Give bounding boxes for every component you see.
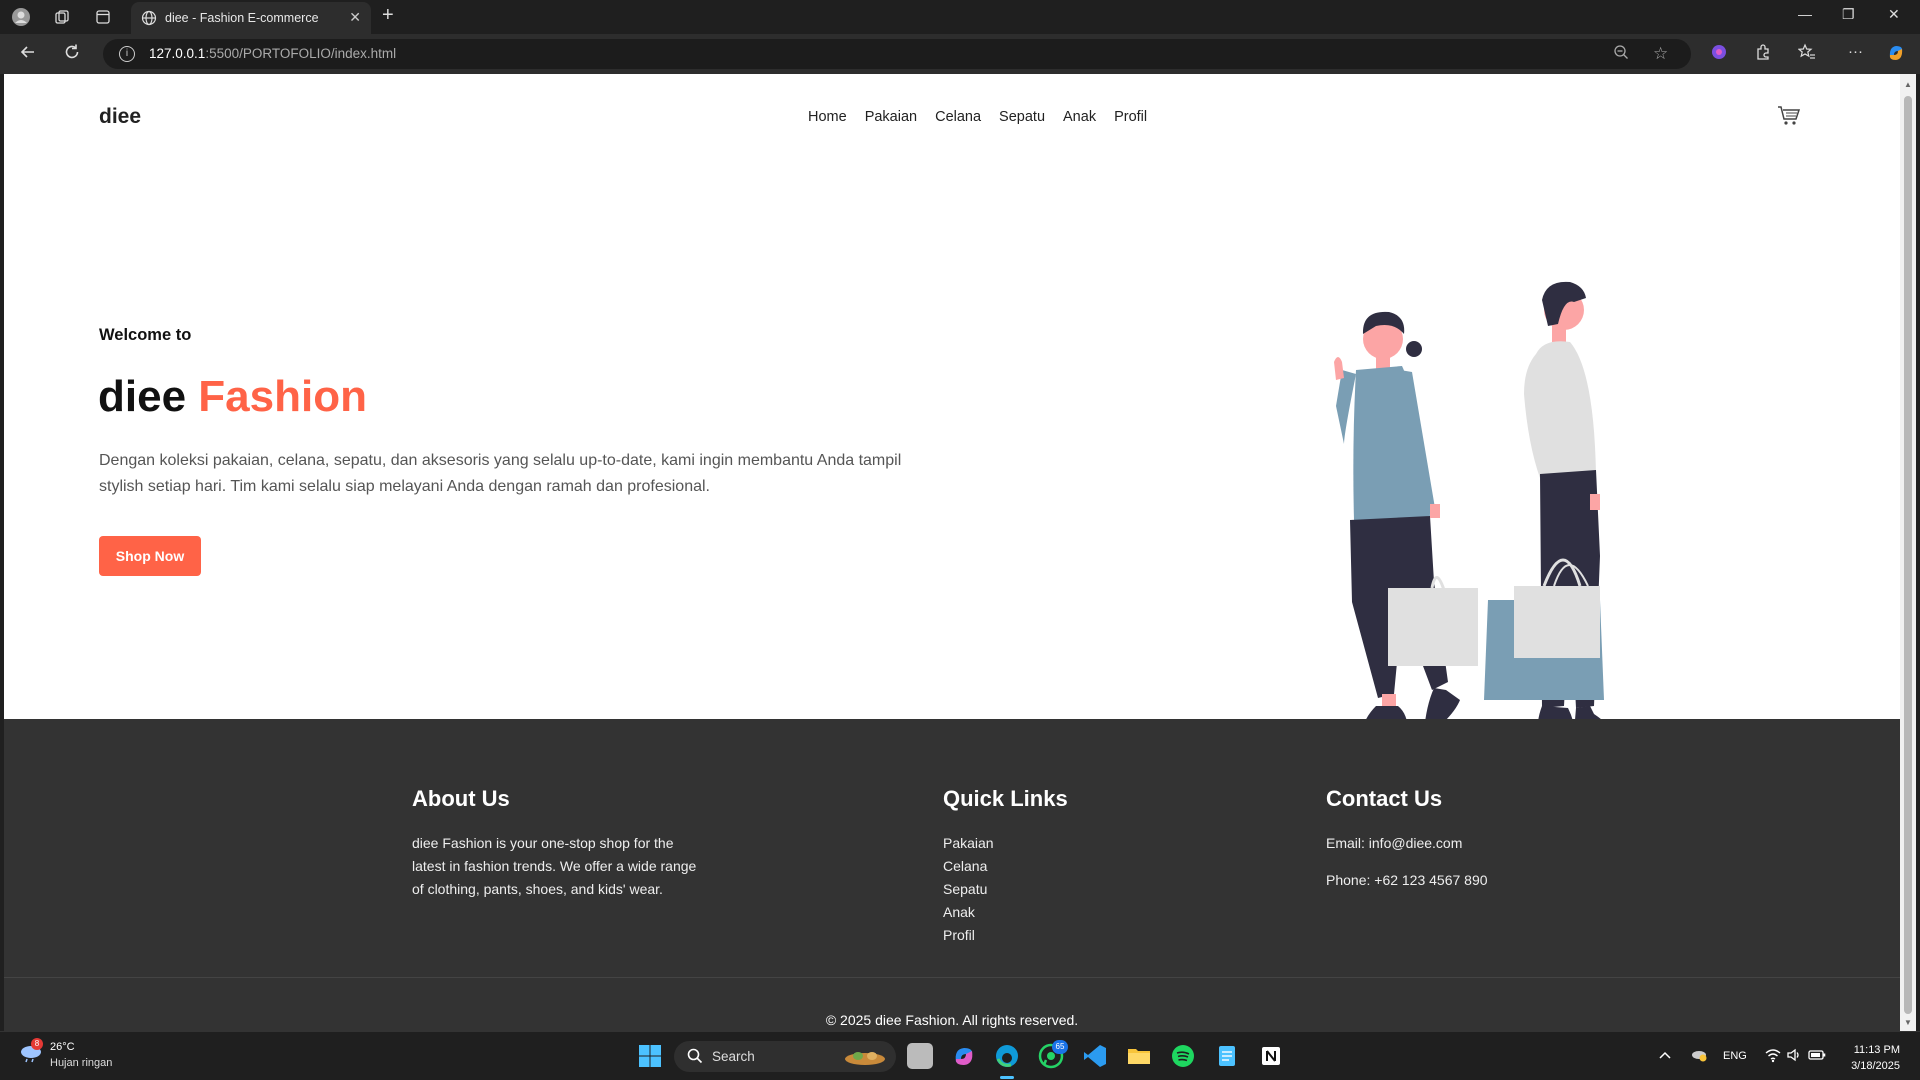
shopping-people-illustration <box>1144 194 1824 759</box>
scroll-up-icon[interactable]: ▲ <box>1904 80 1912 89</box>
zoom-icon[interactable] <box>1613 44 1629 64</box>
footer-link-pakaian[interactable]: Pakaian <box>943 832 1143 855</box>
scroll-down-icon[interactable]: ▼ <box>1904 1018 1912 1027</box>
hero-description: Dengan koleksi pakaian, celana, sepatu, … <box>99 452 902 495</box>
minimize-icon[interactable]: — <box>1798 6 1812 22</box>
footer-contact: Contact Us Email: info@diee.com Phone: +… <box>1326 786 1626 892</box>
search-icon <box>686 1047 704 1070</box>
footer-phone: Phone: +62 123 4567 890 <box>1326 872 1488 888</box>
footer-about: About Us diee Fashion is your one-stop s… <box>412 786 702 901</box>
footer-quick-links: Quick Links Pakaian Celana Sepatu Anak P… <box>943 786 1143 947</box>
copilot-extension-icon[interactable] <box>1710 43 1728 65</box>
windows-start-icon[interactable] <box>638 1044 662 1073</box>
main-nav: Home Pakaian Celana Sepatu Anak Profil <box>808 109 1147 125</box>
nav-link-home[interactable]: Home <box>808 109 847 125</box>
vscode-icon[interactable] <box>1082 1043 1108 1069</box>
profile-icon[interactable] <box>8 4 34 30</box>
url-text[interactable]: 127.0.0.1:5500/PORTOFOLIO/index.html <box>149 46 396 61</box>
reload-icon[interactable] <box>62 42 82 67</box>
notion-icon[interactable] <box>1258 1043 1284 1069</box>
nav-link-pakaian[interactable]: Pakaian <box>865 109 917 125</box>
nav-link-sepatu[interactable]: Sepatu <box>999 109 1045 125</box>
show-hidden-icons-chevron[interactable] <box>1658 1048 1672 1065</box>
scrollbar-thumb[interactable] <box>1904 96 1912 1014</box>
windows-taskbar: 8 26°C Hujan ringan Search 65 ENG 11:13 … <box>0 1031 1920 1080</box>
search-placeholder: Search <box>712 1049 755 1064</box>
footer-link-celana[interactable]: Celana <box>943 855 1143 878</box>
tab-active[interactable]: diee - Fashion E-commerce ✕ <box>131 2 371 34</box>
more-menu-icon[interactable]: ··· <box>1848 43 1863 60</box>
restore-icon[interactable]: ❐ <box>1842 6 1855 23</box>
taskbar-search[interactable]: Search <box>674 1041 896 1072</box>
notepad-icon[interactable] <box>1214 1043 1240 1069</box>
close-tab-icon[interactable]: ✕ <box>349 9 361 26</box>
back-icon[interactable] <box>18 42 38 67</box>
footer-divider <box>4 977 1900 978</box>
cart-icon[interactable] <box>1777 104 1801 133</box>
edge-icon[interactable] <box>994 1043 1020 1069</box>
page-scrollbar[interactable]: ▲ ▼ <box>1900 74 1916 1031</box>
footer-about-text: diee Fashion is your one-stop shop for t… <box>412 835 697 897</box>
footer-links-title: Quick Links <box>943 786 1068 811</box>
site-footer: About Us diee Fashion is your one-stop s… <box>4 719 1900 1031</box>
wifi-icon[interactable] <box>1764 1047 1782 1066</box>
tab-actions-icon[interactable] <box>90 4 116 30</box>
omnibox[interactable]: i 127.0.0.1:5500/PORTOFOLIO/index.html ☆ <box>103 39 1691 69</box>
browser-tab-bar: diee - Fashion E-commerce ✕ + — ❐ ✕ <box>0 0 1920 34</box>
weather-temp: 26°C <box>50 1041 75 1053</box>
nav-link-profil[interactable]: Profil <box>1114 109 1147 125</box>
site-info-icon[interactable]: i <box>119 46 135 62</box>
favorite-star-icon[interactable]: ☆ <box>1653 44 1668 64</box>
clock-time: 11:13 PM <box>1853 1044 1900 1056</box>
footer-copyright: © 2025 diee Fashion. All rights reserved… <box>825 1012 1079 1028</box>
hero-welcome: Welcome to <box>99 326 192 344</box>
footer-link-sepatu[interactable]: Sepatu <box>943 878 1143 901</box>
hero-title: diee Fashion <box>98 372 367 422</box>
favorites-icon[interactable] <box>1797 43 1816 65</box>
tab-title: diee - Fashion E-commerce <box>165 11 319 25</box>
extensions-icon[interactable] <box>1754 43 1772 65</box>
onedrive-icon[interactable] <box>1690 1047 1708 1066</box>
whatsapp-badge: 65 <box>1052 1040 1068 1054</box>
volume-icon[interactable] <box>1786 1047 1802 1066</box>
spotify-icon[interactable] <box>1170 1043 1196 1069</box>
taskbar-clock[interactable]: 11:13 PM 3/18/2025 <box>1838 1042 1900 1074</box>
copilot-app-icon[interactable] <box>951 1043 977 1069</box>
site-logo[interactable]: diee <box>99 105 141 129</box>
weather-widget[interactable]: 8 26°C Hujan ringan <box>18 1038 112 1069</box>
site-header: diee Home Pakaian Celana Sepatu Anak Pro… <box>4 74 1900 162</box>
hero-title-main: diee <box>98 372 187 421</box>
page-viewport: diee Home Pakaian Celana Sepatu Anak Pro… <box>4 74 1900 1031</box>
edge-active-indicator <box>1000 1076 1014 1079</box>
battery-icon[interactable] <box>1808 1047 1826 1066</box>
task-view-icon[interactable] <box>907 1043 933 1069</box>
copilot-icon[interactable] <box>1886 43 1906 67</box>
footer-link-anak[interactable]: Anak <box>943 901 1143 924</box>
footer-contact-title: Contact Us <box>1326 786 1443 811</box>
nav-link-celana[interactable]: Celana <box>935 109 981 125</box>
clock-date: 3/18/2025 <box>1851 1060 1900 1072</box>
close-window-icon[interactable]: ✕ <box>1888 6 1900 23</box>
search-highlight-icon <box>842 1047 888 1072</box>
workspaces-icon[interactable] <box>49 4 75 30</box>
weather-condition: Hujan ringan <box>50 1057 113 1069</box>
weather-badge: 8 <box>31 1038 43 1050</box>
language-indicator[interactable]: ENG <box>1723 1050 1747 1062</box>
globe-icon <box>141 10 157 29</box>
footer-about-title: About Us <box>412 786 510 811</box>
footer-link-profil[interactable]: Profil <box>943 924 1143 947</box>
file-explorer-icon[interactable] <box>1126 1043 1152 1069</box>
shop-now-button[interactable]: Shop Now <box>99 536 201 576</box>
footer-email: Email: info@diee.com <box>1326 835 1463 851</box>
hero-title-accent: Fashion <box>198 372 367 421</box>
nav-link-anak[interactable]: Anak <box>1063 109 1096 125</box>
new-tab-icon[interactable]: + <box>382 4 394 27</box>
address-bar-row: i 127.0.0.1:5500/PORTOFOLIO/index.html ☆… <box>0 34 1920 74</box>
